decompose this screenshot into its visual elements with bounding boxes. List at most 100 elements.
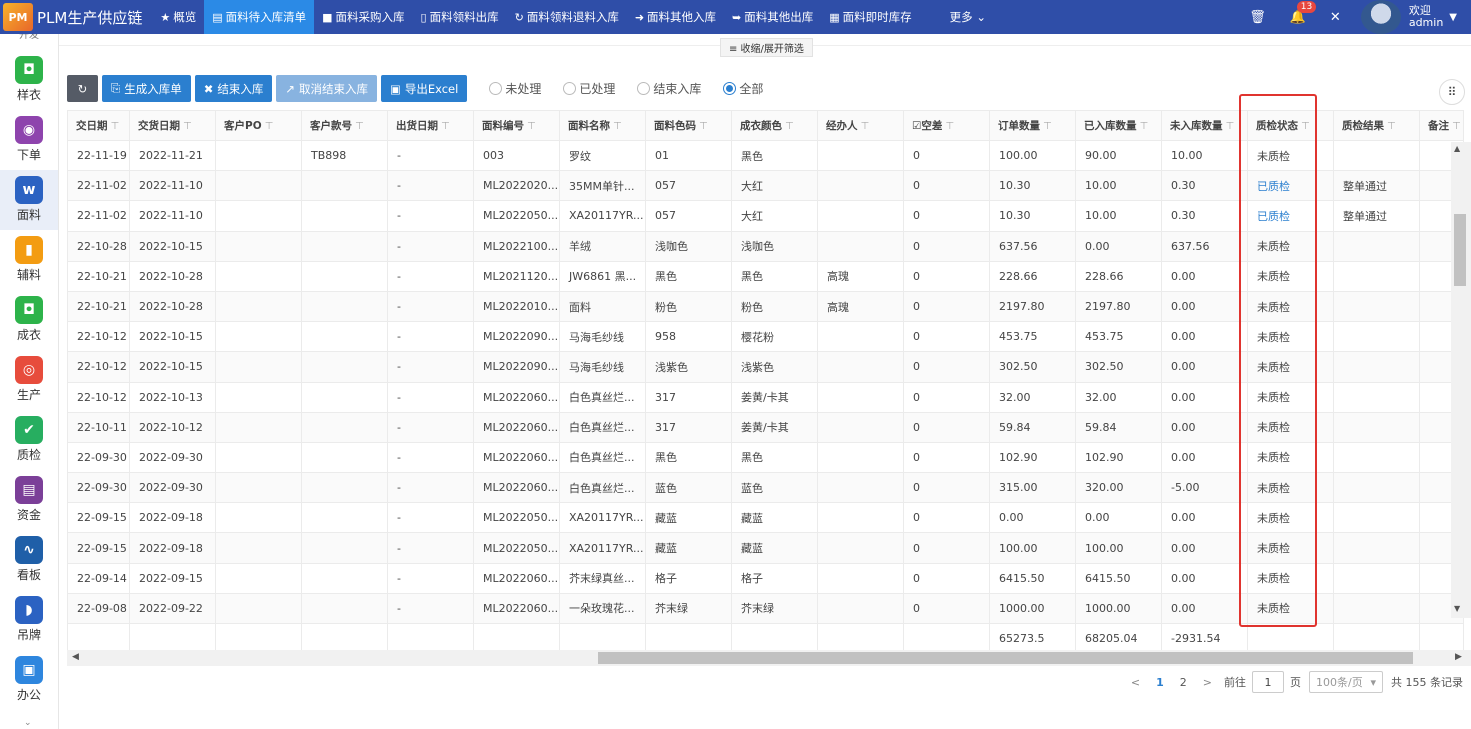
column-header-10[interactable]: ☑空差 ⊤ — [903, 110, 990, 141]
collapse-filter-button[interactable]: ≡ 收缩/展开筛选 — [720, 38, 813, 57]
column-header-14[interactable]: 质检状态 ⊤ — [1247, 110, 1334, 141]
sidebar-item-9[interactable]: ◗ 吊牌 — [0, 590, 58, 650]
filter-icon[interactable]: ⊤ — [441, 121, 450, 132]
table-row[interactable]: 22-11-19 2022-11-21 TB898-003 罗纹 01 黑色 0 100.00… — [67, 139, 1464, 172]
nav-tab-6[interactable]: ➥ 面料其他出库 — [724, 0, 821, 34]
filter-icon[interactable]: ⊤ — [111, 121, 120, 132]
column-header-5[interactable]: 面料编号 ⊤ — [473, 110, 560, 141]
toolbar-button-1[interactable]: ✖ 结束入库 — [194, 75, 273, 102]
status-radio-2[interactable]: 结束入库 — [637, 80, 701, 97]
user-dropdown-caret-icon[interactable]: ▼ — [1449, 12, 1457, 23]
sidebar-item-4[interactable]: ◘ 成衣 — [0, 290, 58, 350]
app-logo[interactable]: PM — [3, 3, 33, 31]
radio-circle[interactable] — [723, 82, 737, 95]
scroll-right-icon[interactable]: ▶ — [1455, 652, 1462, 662]
scroll-down-icon[interactable]: ▼ — [1454, 604, 1460, 613]
table-row[interactable]: 22-09-30 2022-09-30- ML2022060... 白色真丝烂... 蓝… — [67, 472, 1464, 504]
nav-more-menu[interactable]: 更多 ⌄ — [942, 9, 994, 25]
nav-tab-7[interactable]: ▦ 面料即时库存 — [821, 0, 919, 34]
filter-icon[interactable]: ⊤ — [699, 121, 708, 132]
column-header-12[interactable]: 已入库数量 ⊤ — [1075, 110, 1162, 141]
filter-icon[interactable]: ⊤ — [785, 121, 794, 132]
column-header-16[interactable]: 备注 ⊤ — [1419, 110, 1464, 141]
column-header-15[interactable]: 质检结果 ⊤ — [1333, 110, 1420, 141]
column-header-2[interactable]: 客户PO ⊤ — [215, 110, 302, 141]
table-row[interactable]: 22-09-30 2022-09-30- ML2022060... 白色真丝烂... 黑… — [67, 441, 1464, 474]
trash-icon[interactable]: 🗑 — [1249, 10, 1266, 25]
table-row[interactable]: 22-10-21 2022-10-28 - ML2021120... JW6861 黑.… — [67, 260, 1464, 292]
nav-tab-5[interactable]: ➜ 面料其他入库 — [627, 0, 724, 34]
app-title[interactable]: PLM生产供应链 — [37, 7, 142, 28]
horizontal-scroll-thumb[interactable] — [598, 652, 1413, 664]
filter-icon[interactable]: ⊤ — [861, 121, 870, 132]
nav-tab-2[interactable]: ■ 面料采购入库 — [314, 0, 412, 34]
status-radio-0[interactable]: 未处理 — [489, 80, 541, 97]
table-row[interactable]: 22-10-12 2022-10-15- ML2022090... 马海毛纱线 浅紫色浅… — [67, 351, 1464, 383]
goto-page-input[interactable] — [1252, 671, 1284, 693]
filter-icon[interactable]: ⊤ — [527, 121, 536, 132]
user-menu[interactable]: 欢迎 admin — [1409, 5, 1443, 29]
table-row[interactable]: 22-11-02 2022-11-10 - ML2022020... 35MM单针...… — [67, 170, 1464, 202]
sidebar-item-6[interactable]: ✔ 质检 — [0, 410, 58, 470]
filter-icon[interactable]: ⊤ — [1140, 121, 1149, 132]
sidebar-item-5[interactable]: ◎ 生产 — [0, 350, 58, 410]
filter-icon[interactable]: ⊤ — [355, 121, 364, 132]
vertical-scroll-thumb[interactable] — [1454, 214, 1466, 286]
status-radio-1[interactable]: 已处理 — [563, 80, 615, 97]
table-row[interactable]: 22-09-08 2022-09-22- ML2022060... 一朵玫瑰花... 芥… — [67, 592, 1464, 625]
column-header-1[interactable]: 交货日期 ⊤ — [129, 110, 216, 141]
filter-icon[interactable]: ⊤ — [1387, 121, 1396, 132]
sidebar-item-dev-partial[interactable]: 开发 — [0, 34, 58, 50]
table-cell[interactable]: 已质检 — [1247, 200, 1334, 232]
sidebar-scroll-down-icon[interactable]: ⌄ — [24, 718, 32, 728]
bell-icon[interactable]: 🔔 13 — [1290, 0, 1317, 25]
column-header-8[interactable]: 成衣颜色 ⊤ — [731, 110, 818, 141]
table-row[interactable]: 22-10-11 2022-10-12 - ML2022060... 白色真丝烂... 3… — [67, 411, 1464, 443]
sidebar-item-3[interactable]: ▮ 辅料 — [0, 230, 58, 290]
fullscreen-icon[interactable]: ✕ — [1330, 10, 1341, 25]
page-size-select[interactable]: 100条/页 ▾ — [1309, 671, 1383, 693]
sidebar-item-1[interactable]: ◉ 下单 — [0, 110, 58, 170]
scroll-left-icon[interactable]: ◀ — [72, 652, 79, 662]
column-settings-button[interactable]: ⠿ — [1439, 79, 1465, 105]
table-cell[interactable]: 已质检 — [1247, 170, 1334, 202]
column-header-3[interactable]: 客户款号 ⊤ — [301, 110, 388, 141]
filter-icon[interactable]: ⊤ — [1226, 121, 1235, 132]
radio-circle[interactable] — [563, 82, 577, 95]
prev-page-button[interactable]: < — [1131, 676, 1140, 689]
column-header-0[interactable]: 交日期 ⊤ — [67, 110, 130, 141]
filter-icon[interactable]: ⊤ — [1043, 121, 1052, 132]
filter-icon[interactable]: ⊤ — [613, 121, 622, 132]
column-header-4[interactable]: 出货日期 ⊤ — [387, 110, 474, 141]
column-header-11[interactable]: 订单数量 ⊤ — [989, 110, 1076, 141]
nav-tab-4[interactable]: ↻ 面料领料退料入库 — [507, 0, 627, 34]
table-row[interactable]: 22-09-15 2022-09-18 - ML2022050... XA20117YR… — [67, 502, 1464, 534]
next-page-button[interactable]: > — [1203, 676, 1212, 689]
sidebar-item-0[interactable]: ◘ 样衣 — [0, 50, 58, 110]
refresh-button[interactable]: ↻ — [67, 75, 98, 102]
nav-tab-3[interactable]: ▯ 面料领料出库 — [413, 0, 507, 34]
filter-icon[interactable]: ⊤ — [265, 121, 274, 132]
column-header-6[interactable]: 面料名称 ⊤ — [559, 110, 646, 141]
nav-tab-0[interactable]: ★ 概览 — [152, 0, 204, 34]
radio-circle[interactable] — [637, 82, 651, 95]
table-row[interactable]: 22-10-12 2022-10-13- ML2022060... 白色真丝烂... 3… — [67, 381, 1464, 413]
table-row[interactable]: 22-10-28 2022-10-15- ML2022100... 羊绒 浅咖色 浅咖色 0… — [67, 230, 1464, 262]
table-row[interactable]: 22-09-14 2022-09-15- ML2022060... 芥末绿真丝... 格… — [67, 562, 1464, 594]
toolbar-button-0[interactable]: ⎘ 生成入库单 — [102, 75, 191, 102]
table-row[interactable]: 22-10-21 2022-10-28- ML2022010... 面料 粉色 粉色 高瑰 0… — [67, 290, 1464, 323]
radio-circle[interactable] — [489, 82, 503, 95]
nav-tab-1[interactable]: ▤ 面料待入库清单 — [204, 0, 315, 34]
table-row[interactable]: 22-09-15 2022-09-18 - ML2022050... XA20117YR… — [67, 532, 1464, 564]
filter-icon[interactable]: ⊤ — [1452, 121, 1461, 132]
sidebar-item-7[interactable]: ▤ 资金 — [0, 470, 58, 530]
sidebar-item-10[interactable]: ▣ 办公 — [0, 650, 58, 710]
page-number-2[interactable]: 2 — [1180, 676, 1187, 689]
column-header-7[interactable]: 面料色码 ⊤ — [645, 110, 732, 141]
column-header-13[interactable]: 未入库数量 ⊤ — [1161, 110, 1248, 141]
table-row[interactable]: 22-10-12 2022-10-15 - ML2022090... 马海毛纱线 958 樱… — [67, 321, 1464, 353]
filter-icon[interactable]: ⊤ — [1301, 121, 1310, 132]
scroll-up-icon[interactable]: ▲ — [1454, 144, 1460, 153]
sidebar-item-8[interactable]: ∿ 看板 — [0, 530, 58, 590]
column-header-9[interactable]: 经办人 ⊤ — [817, 110, 904, 141]
